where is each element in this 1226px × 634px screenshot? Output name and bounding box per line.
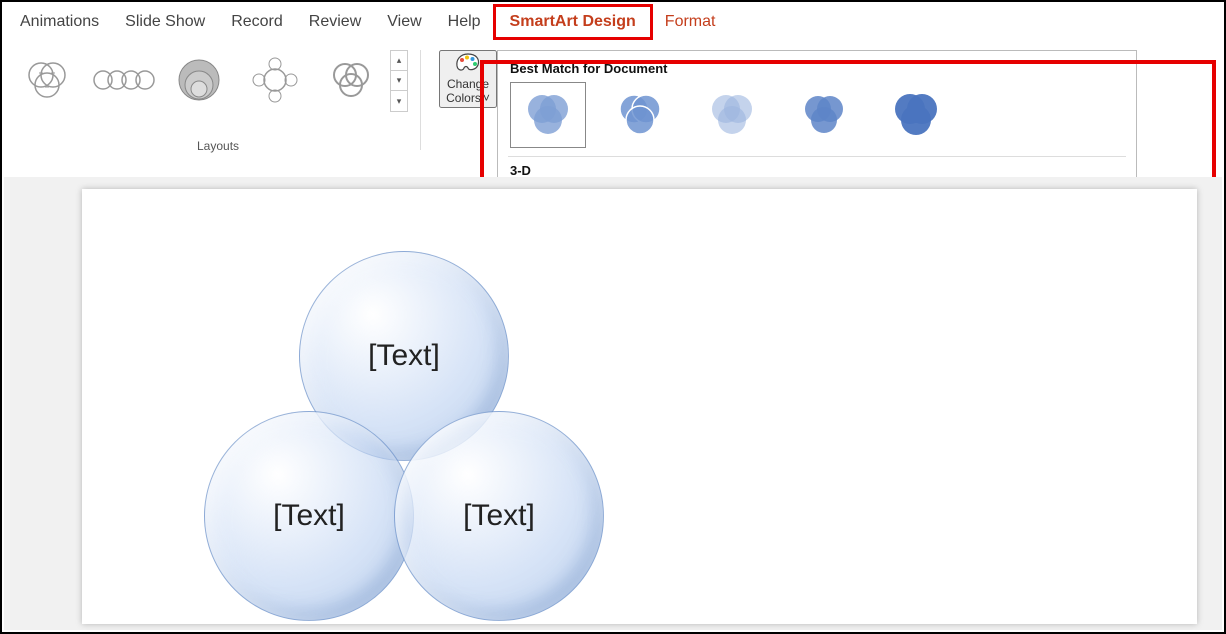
tab-review[interactable]: Review [309,13,361,31]
layout-option-linear-venn[interactable] [88,50,158,110]
layout-option-stacked-venn[interactable] [164,50,234,110]
separator [420,50,421,150]
slide-workspace: [Text] [Text] [Text] [4,177,1222,630]
tab-animations[interactable]: Animations [20,13,99,31]
layout-option-radial-venn[interactable] [240,50,310,110]
tab-format[interactable]: Format [665,13,716,31]
styles-divider [508,156,1126,157]
venn-placeholder-a[interactable]: [Text] [368,339,440,373]
style-best-match-4[interactable] [786,82,862,148]
change-colors-label: Change Colors˅ [441,78,495,106]
style-best-match-5[interactable] [878,82,954,148]
venn-circle-right[interactable]: [Text] [394,411,604,621]
layouts-spinner-up[interactable]: ▴ [391,51,407,71]
layouts-spinner-down[interactable]: ▾ [391,71,407,91]
layouts-gallery: ▴ ▾ ▾ [12,50,408,112]
styles-heading-3d: 3-D [510,163,1126,178]
venn-placeholder-c[interactable]: [Text] [463,499,535,533]
style-best-match-2[interactable] [602,82,678,148]
slide-canvas[interactable]: [Text] [Text] [Text] [82,189,1197,624]
layout-option-interconnected-rings[interactable] [316,50,386,110]
tab-slideshow[interactable]: Slide Show [125,13,205,31]
venn-circle-left[interactable]: [Text] [204,411,414,621]
styles-heading-best-match: Best Match for Document [510,61,1126,76]
style-best-match-1[interactable] [510,82,586,148]
palette-icon [454,52,482,74]
layouts-group-label: Layouts [197,139,239,153]
tab-smartart-design[interactable]: SmartArt Design [493,4,653,40]
layouts-spinner: ▴ ▾ ▾ [390,50,408,112]
tab-view[interactable]: View [387,13,421,31]
layouts-spinner-more[interactable]: ▾ [391,91,407,111]
ribbon-tabs: Animations Slide Show Record Review View… [2,2,1224,44]
change-colors-button[interactable]: Change Colors˅ [439,50,497,108]
venn-placeholder-b[interactable]: [Text] [273,499,345,533]
tab-record[interactable]: Record [231,13,283,31]
tab-help[interactable]: Help [448,13,481,31]
style-best-match-3[interactable] [694,82,770,148]
venn-smartart[interactable]: [Text] [Text] [Text] [204,251,604,631]
layout-option-venn-basic[interactable] [12,50,82,110]
